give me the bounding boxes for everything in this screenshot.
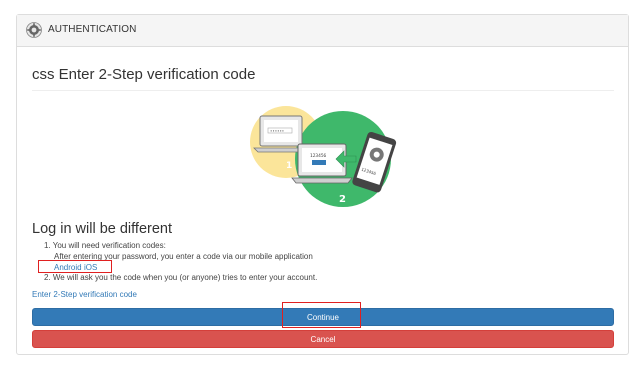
step-1-text: 1. You will need verification codes:: [44, 241, 166, 250]
cancel-button[interactable]: Cancel: [32, 330, 614, 348]
gear-logo-icon: [26, 22, 42, 38]
panel-header: AUTHENTICATION: [17, 15, 628, 47]
header-title: AUTHENTICATION: [48, 24, 137, 35]
android-link[interactable]: Android: [54, 263, 82, 272]
step1-number: 1: [286, 161, 292, 171]
page-title: css Enter 2-Step verification code: [32, 66, 256, 83]
enter-code-link[interactable]: Enter 2-Step verification code: [32, 290, 137, 299]
title-divider: [32, 90, 614, 91]
screen-code: 123456: [310, 153, 327, 159]
step2-number: 2: [339, 194, 346, 205]
ios-link[interactable]: iOS: [84, 263, 97, 272]
continue-button[interactable]: Continue: [32, 308, 614, 326]
svg-text:••••••: ••••••: [270, 128, 284, 133]
two-step-illustration: •••••• 1 123456 123456 2: [250, 106, 397, 207]
step-2-text: 2. We will ask you the code when you (or…: [44, 273, 318, 282]
subheading: Log in will be different: [32, 221, 172, 237]
